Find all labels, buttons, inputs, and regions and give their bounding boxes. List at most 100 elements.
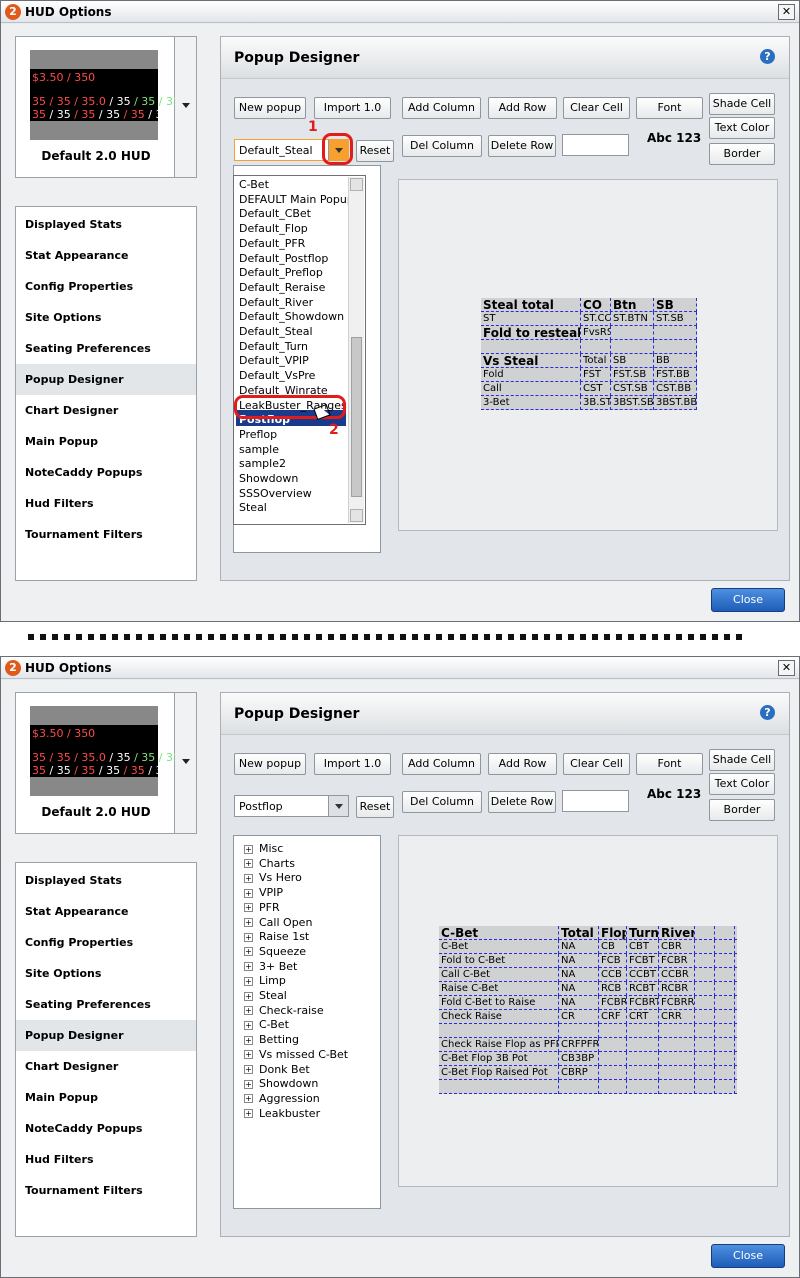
grid-cell[interactable] xyxy=(611,340,654,354)
grid-cell[interactable]: Total xyxy=(559,926,599,940)
expand-icon[interactable]: + xyxy=(244,1079,253,1089)
grid-cell[interactable]: FvsRS xyxy=(581,326,611,340)
tree-item[interactable]: + Raise 1st xyxy=(244,930,309,943)
grid-cell[interactable]: Fold to C-Bet xyxy=(439,954,559,968)
grid-cell[interactable] xyxy=(695,1024,715,1038)
dropdown-item[interactable]: Default_Turn xyxy=(239,340,308,353)
expand-icon[interactable]: + xyxy=(244,1050,253,1060)
nav-item-config-properties[interactable]: Config Properties xyxy=(16,927,196,958)
import-button[interactable]: Import 1.0 xyxy=(314,97,391,119)
grid-cell[interactable]: CST.BB xyxy=(654,382,697,396)
add-column-button[interactable]: Add Column xyxy=(402,97,481,119)
nav-item-notecaddy-popups[interactable]: NoteCaddy Popups xyxy=(16,457,196,488)
grid-cell[interactable] xyxy=(481,340,581,354)
nav-item-hud-filters[interactable]: Hud Filters xyxy=(16,1144,196,1175)
dropdown-item[interactable]: Default_CBet xyxy=(239,207,311,220)
popup-grid[interactable]: Steal total CO Btn SB ST ST.CO ST.BTN ST.SB Fold… xyxy=(481,298,697,410)
grid-cell[interactable] xyxy=(715,968,735,982)
grid-cell[interactable]: ST.BTN xyxy=(611,312,654,326)
grid-cell[interactable] xyxy=(715,954,735,968)
dropdown-item[interactable]: Default_Showdown xyxy=(239,310,344,323)
grid-cell[interactable] xyxy=(659,1052,695,1066)
tree-item[interactable]: + Squeeze xyxy=(244,945,306,958)
grid-cell[interactable]: Turn xyxy=(627,926,659,940)
dropdown-item[interactable]: Preflop xyxy=(239,428,277,441)
grid-cell[interactable] xyxy=(599,1038,627,1052)
cell-text-input[interactable] xyxy=(562,790,629,812)
expand-icon[interactable]: + xyxy=(244,888,253,898)
grid-cell[interactable] xyxy=(611,326,654,340)
clear-cell-button[interactable]: Clear Cell xyxy=(563,97,630,119)
dropdown-item[interactable]: Default_River xyxy=(239,296,313,309)
grid-cell[interactable] xyxy=(627,1080,659,1094)
tree-item[interactable]: + Vs Hero xyxy=(244,871,302,884)
grid-cell[interactable]: Call C-Bet xyxy=(439,968,559,982)
grid-cell[interactable] xyxy=(599,1080,627,1094)
expand-icon[interactable]: + xyxy=(244,991,253,1001)
grid-cell[interactable] xyxy=(695,1052,715,1066)
grid-cell[interactable]: 3BST.BB xyxy=(654,396,697,410)
grid-cell[interactable] xyxy=(695,968,715,982)
grid-cell[interactable]: Fold to resteal xyxy=(481,326,581,340)
grid-cell[interactable]: Btn xyxy=(611,298,654,312)
grid-cell[interactable]: CCBR xyxy=(659,968,695,982)
tree-item[interactable]: + Betting xyxy=(244,1033,299,1046)
grid-cell[interactable] xyxy=(695,1038,715,1052)
grid-cell[interactable] xyxy=(659,1024,695,1038)
tree-item[interactable]: + Aggression xyxy=(244,1092,320,1105)
grid-cell[interactable]: Total xyxy=(581,354,611,368)
expand-icon[interactable]: + xyxy=(244,903,253,913)
grid-cell[interactable] xyxy=(715,1010,735,1024)
shade-cell-button[interactable]: Shade Cell xyxy=(709,93,775,115)
dropdown-item[interactable]: SSSOverview xyxy=(239,487,312,500)
nav-item-config-properties[interactable]: Config Properties xyxy=(16,271,196,302)
grid-cell[interactable] xyxy=(654,326,697,340)
add-column-button[interactable]: Add Column xyxy=(402,753,481,775)
grid-cell[interactable]: FCBT xyxy=(627,954,659,968)
expand-icon[interactable]: + xyxy=(244,1020,253,1030)
grid-cell[interactable] xyxy=(715,1080,735,1094)
grid-cell[interactable] xyxy=(715,982,735,996)
reset-button[interactable]: Reset xyxy=(356,140,394,162)
grid-cell[interactable]: ST.SB xyxy=(654,312,697,326)
grid-cell[interactable]: 3B.ST xyxy=(581,396,611,410)
grid-cell[interactable]: CST xyxy=(581,382,611,396)
grid-cell[interactable] xyxy=(659,1038,695,1052)
grid-cell[interactable]: Vs Steal xyxy=(481,354,581,368)
grid-cell[interactable]: FCBRT xyxy=(627,996,659,1010)
nav-item-notecaddy-popups[interactable]: NoteCaddy Popups xyxy=(16,1113,196,1144)
grid-cell[interactable] xyxy=(599,1024,627,1038)
nav-item-popup-designer[interactable]: Popup Designer xyxy=(16,1020,196,1051)
border-button[interactable]: Border xyxy=(709,143,775,165)
expand-icon[interactable]: + xyxy=(244,1035,253,1045)
new-popup-button[interactable]: New popup xyxy=(234,753,306,775)
dropdown-item[interactable]: sample2 xyxy=(239,457,286,470)
delete-row-button[interactable]: Delete Row xyxy=(488,791,556,813)
nav-item-stat-appearance[interactable]: Stat Appearance xyxy=(16,896,196,927)
grid-cell[interactable]: 3BST.SB xyxy=(611,396,654,410)
expand-icon[interactable]: + xyxy=(244,962,253,972)
nav-item-main-popup[interactable]: Main Popup xyxy=(16,426,196,457)
dropdown-item[interactable]: Default_VsPre xyxy=(239,369,315,382)
grid-cell[interactable]: FCBR xyxy=(659,954,695,968)
grid-cell[interactable] xyxy=(659,1080,695,1094)
dropdown-item[interactable]: C-Bet xyxy=(239,178,269,191)
dropdown-item[interactable]: Default_Steal xyxy=(239,325,313,338)
dropdown-item[interactable]: Default_Preflop xyxy=(239,266,323,279)
dropdown-scrollbar[interactable] xyxy=(348,177,364,523)
expand-icon[interactable]: + xyxy=(244,918,253,927)
import-button[interactable]: Import 1.0 xyxy=(314,753,391,775)
tree-item[interactable]: + PFR xyxy=(244,901,280,914)
nav-item-main-popup[interactable]: Main Popup xyxy=(16,1082,196,1113)
nav-item-tournament-filters[interactable]: Tournament Filters xyxy=(16,1175,196,1206)
tree-item[interactable]: + Check-raise xyxy=(244,1004,324,1017)
expand-icon[interactable]: + xyxy=(244,976,253,986)
nav-item-stat-appearance[interactable]: Stat Appearance xyxy=(16,240,196,271)
grid-cell[interactable]: FST.BB xyxy=(654,368,697,382)
font-button[interactable]: Font xyxy=(636,753,703,775)
shade-cell-button[interactable]: Shade Cell xyxy=(709,749,775,771)
grid-cell[interactable] xyxy=(581,340,611,354)
grid-cell[interactable] xyxy=(715,1066,735,1080)
grid-cell[interactable]: CB xyxy=(599,940,627,954)
font-button[interactable]: Font xyxy=(636,97,703,119)
